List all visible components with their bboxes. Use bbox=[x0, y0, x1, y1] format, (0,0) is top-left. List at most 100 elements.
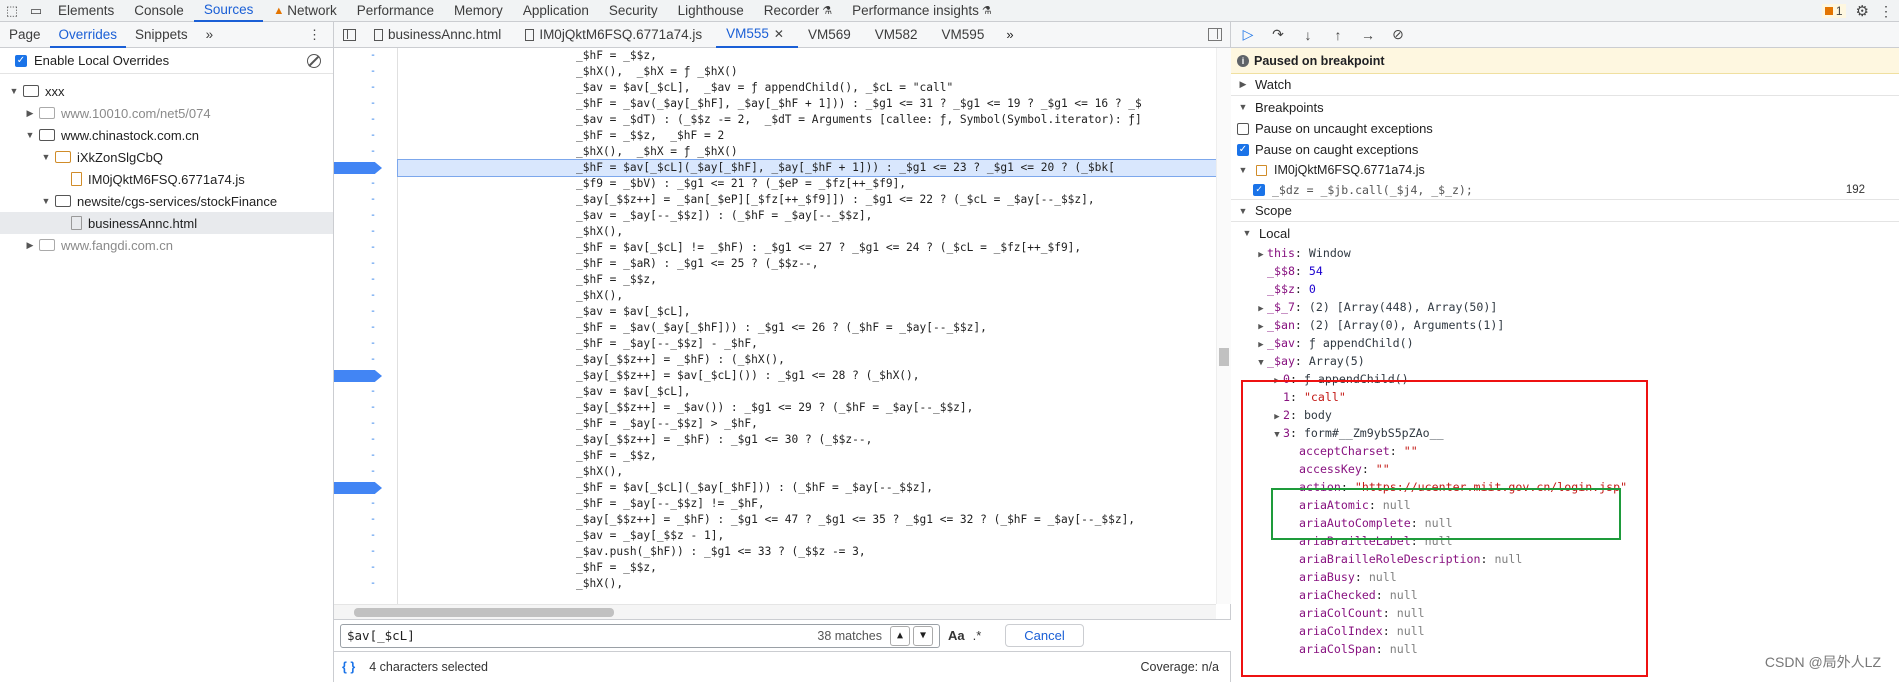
scope-property[interactable]: ▶ _$an: (2) [Array(0), Arguments(1)] bbox=[1231, 316, 1899, 334]
step-into-icon[interactable]: ↓ bbox=[1297, 27, 1319, 43]
gutter-line[interactable]: - bbox=[334, 560, 397, 576]
tab-page[interactable]: Page bbox=[0, 22, 50, 48]
gutter-line[interactable]: - bbox=[334, 240, 397, 256]
code-line[interactable]: _$hF = _$av(_$ay[_$hF], _$ay[_$hF + 1]))… bbox=[398, 96, 1216, 112]
scope-property[interactable]: accessKey: "" bbox=[1231, 460, 1899, 478]
code-line[interactable]: _$av = _$ay[--_$$z]) : (_$hF = _$ay[--_$… bbox=[398, 208, 1216, 224]
code-line[interactable]: _$hF = _$ay[--_$$z] > _$hF, bbox=[398, 416, 1216, 432]
collapse-triangle-icon[interactable]: ▼ bbox=[40, 152, 52, 162]
code-line[interactable]: _$hX(), _$hX = ƒ _$hX() bbox=[398, 64, 1216, 80]
cancel-search-button[interactable]: Cancel bbox=[1005, 624, 1084, 647]
collapse-triangle-icon[interactable]: ▼ bbox=[8, 86, 20, 96]
gutter-line[interactable]: - bbox=[334, 112, 397, 128]
file-tab[interactable]: VM582 bbox=[865, 22, 932, 48]
scope-property[interactable]: ariaAutoComplete: null bbox=[1231, 514, 1899, 532]
search-input[interactable]: $av[_$cL] 38 matches ▲ ▼ bbox=[340, 623, 940, 648]
code-line[interactable]: _$hF = _$$z, _$hF = 2 bbox=[398, 128, 1216, 144]
panel-tab-performance[interactable]: Performance bbox=[347, 0, 444, 22]
scope-property[interactable]: ariaBrailleRoleDescription: null bbox=[1231, 550, 1899, 568]
more-menu-icon[interactable]: ⋮ bbox=[1879, 3, 1893, 20]
code-line[interactable]: _$hF = _$av(_$ay[_$hF])) : _$g1 <= 26 ? … bbox=[398, 320, 1216, 336]
gutter-line[interactable]: - bbox=[334, 256, 397, 272]
breakpoint-marker[interactable] bbox=[334, 162, 382, 174]
gutter-line[interactable] bbox=[334, 160, 397, 176]
code-line[interactable]: _$hF = _$$z, bbox=[398, 272, 1216, 288]
gutter-line[interactable]: - bbox=[334, 320, 397, 336]
scope-property[interactable]: acceptCharset: "" bbox=[1231, 442, 1899, 460]
step-out-icon[interactable]: ↑ bbox=[1327, 27, 1349, 43]
step-icon[interactable]: → bbox=[1357, 27, 1379, 43]
vertical-scrollbar[interactable] bbox=[1216, 48, 1231, 604]
pretty-print-icon[interactable]: { } bbox=[342, 660, 355, 674]
code-line[interactable]: _$hF = _$$z, bbox=[398, 448, 1216, 464]
file-tab[interactable]: IM0jQktM6FSQ.6771a74.js bbox=[515, 22, 716, 48]
scope-property[interactable]: ▼ _$ay: Array(5) bbox=[1231, 352, 1899, 370]
scope-property[interactable]: 1: "call" bbox=[1231, 388, 1899, 406]
scope-property[interactable]: _$$8: 54 bbox=[1231, 262, 1899, 280]
scope-property[interactable]: ariaBusy: null bbox=[1231, 568, 1899, 586]
code-line[interactable]: _$hF = $av[_$cL] != _$hF) : _$g1 <= 27 ?… bbox=[398, 240, 1216, 256]
gutter-line[interactable]: - bbox=[334, 192, 397, 208]
gutter-line[interactable]: - bbox=[334, 304, 397, 320]
file-tab[interactable]: VM569 bbox=[798, 22, 865, 48]
deactivate-breakpoints-icon[interactable]: ⊘ bbox=[1387, 26, 1409, 43]
file-tab[interactable]: VM555 ✕ bbox=[716, 22, 798, 48]
gutter-line[interactable]: - bbox=[334, 208, 397, 224]
gutter-line[interactable]: - bbox=[334, 336, 397, 352]
gutter-line[interactable]: - bbox=[334, 64, 397, 80]
breakpoint-file-row[interactable]: ▼ IM0jQktM6FSQ.6771a74.js bbox=[1231, 160, 1899, 180]
pause-caught-checkbox[interactable]: ✓ bbox=[1237, 143, 1249, 156]
match-case-button[interactable]: Aa bbox=[948, 628, 965, 643]
tree-item[interactable]: ▼ iXkZonSlgCbQ bbox=[0, 146, 333, 168]
tree-item[interactable]: ▼ newsite/cgs-services/stockFinance bbox=[0, 190, 333, 212]
code-line[interactable]: _$hF = _$ay[--_$$z] != _$hF, bbox=[398, 496, 1216, 512]
gutter-line[interactable]: - bbox=[334, 352, 397, 368]
file-tab[interactable]: businessAnnc.html bbox=[364, 22, 515, 48]
scope-property[interactable]: ▶ _$av: ƒ appendChild() bbox=[1231, 334, 1899, 352]
code-line[interactable]: _$ay[_$$z++] = $av[_$cL]()) : _$g1 <= 28… bbox=[398, 368, 1216, 384]
issues-badge[interactable]: 1 bbox=[1821, 4, 1846, 18]
breakpoint-marker[interactable] bbox=[334, 370, 382, 382]
gutter-line[interactable]: - bbox=[334, 544, 397, 560]
code-line[interactable]: _$ay[_$$z++] = _$an[_$eP][_$fz[++_$f9]])… bbox=[398, 192, 1216, 208]
scope-section[interactable]: ▼ Scope bbox=[1231, 200, 1899, 222]
line-gutter[interactable]: ------------------------------- bbox=[334, 48, 398, 604]
panel-tab-application[interactable]: Application bbox=[513, 0, 599, 22]
scope-property[interactable]: ▶ _$_7: (2) [Array(448), Array(50)] bbox=[1231, 298, 1899, 316]
expand-triangle-icon[interactable]: ▶ bbox=[24, 108, 36, 119]
scope-property[interactable]: _$$z: 0 bbox=[1231, 280, 1899, 298]
step-over-icon[interactable]: ↷ bbox=[1267, 26, 1289, 43]
more-file-tabs-icon[interactable]: » bbox=[998, 27, 1021, 42]
next-match-button[interactable]: ▼ bbox=[913, 625, 933, 646]
file-tab[interactable]: VM595 bbox=[932, 22, 999, 48]
code-line[interactable]: _$hX(), bbox=[398, 224, 1216, 240]
vertical-scroll-thumb[interactable] bbox=[1219, 348, 1229, 366]
tree-item[interactable]: businessAnnc.html bbox=[0, 212, 333, 234]
gutter-line[interactable]: - bbox=[334, 432, 397, 448]
inspect-element-icon[interactable]: ⬚ bbox=[0, 0, 24, 22]
tab-snippets[interactable]: Snippets bbox=[126, 22, 197, 48]
gutter-line[interactable] bbox=[334, 480, 397, 496]
scope-property[interactable]: ▶ this: Window bbox=[1231, 244, 1899, 262]
collapse-triangle-icon[interactable]: ▼ bbox=[40, 196, 52, 206]
gutter-line[interactable]: - bbox=[334, 448, 397, 464]
toggle-navigator-icon[interactable] bbox=[334, 22, 364, 48]
scope-property[interactable]: ariaColIndex: null bbox=[1231, 622, 1899, 640]
code-editor[interactable]: ------------------------------- _$hF = _… bbox=[334, 48, 1231, 604]
panel-tab-sources[interactable]: Sources bbox=[193, 0, 264, 22]
toggle-debugger-icon[interactable] bbox=[1208, 28, 1222, 41]
breakpoint-enabled-checkbox[interactable]: ✓ bbox=[1253, 183, 1265, 196]
gutter-line[interactable]: - bbox=[334, 528, 397, 544]
panel-tab-memory[interactable]: Memory bbox=[444, 0, 513, 22]
gutter-line[interactable]: - bbox=[334, 144, 397, 160]
code-line[interactable]: _$hX(), bbox=[398, 288, 1216, 304]
code-line[interactable]: _$hX(), bbox=[398, 464, 1216, 480]
gutter-line[interactable]: - bbox=[334, 48, 397, 64]
code-line[interactable]: _$av.push(_$hF)) : _$g1 <= 33 ? (_$$z -=… bbox=[398, 544, 1216, 560]
code-line[interactable]: _$av = $av[_$cL], bbox=[398, 304, 1216, 320]
gutter-line[interactable]: - bbox=[334, 176, 397, 192]
regex-button[interactable]: .* bbox=[973, 628, 982, 643]
breakpoints-section[interactable]: ▼ Breakpoints bbox=[1231, 96, 1899, 118]
code-line[interactable]: _$ay[_$$z++] = _$hF) : (_$hX(), bbox=[398, 352, 1216, 368]
gutter-line[interactable] bbox=[334, 368, 397, 384]
